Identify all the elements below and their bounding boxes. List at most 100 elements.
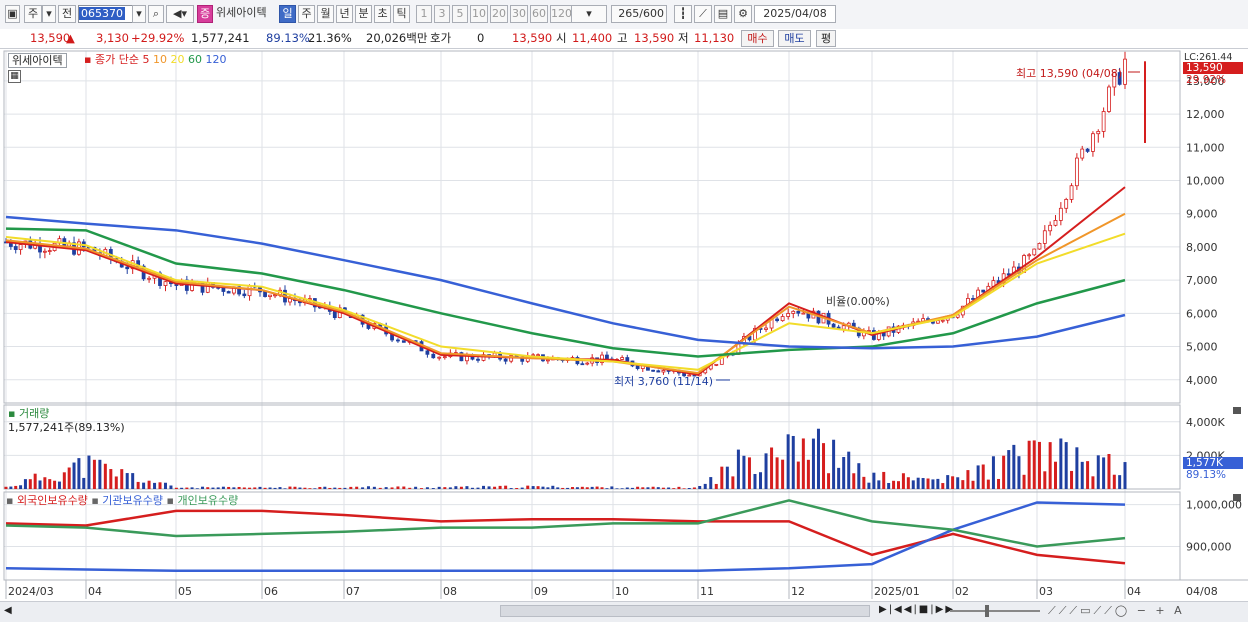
x-tick-label: 08 bbox=[443, 585, 457, 598]
volume-bar bbox=[338, 487, 342, 489]
ma-legend-dot: ▪ bbox=[84, 53, 92, 66]
candle-body bbox=[841, 325, 846, 330]
holding-legend-2: 개인보유수량 bbox=[173, 494, 239, 507]
volume-bar bbox=[736, 449, 740, 489]
stock-label-box: 위세아이텍 bbox=[8, 53, 67, 68]
volume-bar bbox=[641, 487, 645, 489]
volume-bar bbox=[227, 486, 231, 489]
zoom-slider[interactable] bbox=[950, 610, 1040, 612]
candle-body bbox=[425, 350, 430, 355]
holding-legend-1: 기관보유수량 bbox=[98, 494, 167, 507]
volume-bar bbox=[610, 486, 614, 489]
candle-body bbox=[1048, 224, 1053, 232]
volume-bar bbox=[515, 487, 519, 489]
volume-bar bbox=[1123, 462, 1127, 489]
candle-body bbox=[605, 354, 609, 360]
price-y-tick: 7,000 bbox=[1186, 274, 1218, 287]
candle-body bbox=[1080, 148, 1085, 159]
volume-bar bbox=[926, 478, 930, 489]
tool-icons[interactable]: ⟋⟋⟋▭⟋⟋◯ − + A bbox=[1048, 604, 1185, 618]
volume-bar bbox=[731, 476, 735, 489]
candle-body bbox=[796, 310, 801, 314]
volume-bar bbox=[916, 477, 920, 489]
zoom-slider-handle[interactable] bbox=[985, 605, 989, 617]
volume-bar bbox=[414, 486, 418, 489]
price-y-tick: 6,000 bbox=[1186, 307, 1218, 320]
volume-bar bbox=[887, 482, 891, 489]
volume-bar bbox=[997, 478, 1001, 489]
volume-bar bbox=[169, 485, 173, 489]
candle-body bbox=[1069, 185, 1074, 200]
volume-bar bbox=[986, 479, 990, 489]
price-y-tick: 5,000 bbox=[1186, 341, 1218, 354]
volume-bar bbox=[956, 477, 960, 489]
volume-bar bbox=[482, 485, 486, 489]
volume-bar bbox=[263, 487, 267, 489]
candle-body bbox=[18, 244, 23, 250]
volume-bar bbox=[509, 488, 513, 489]
volume-bar bbox=[38, 480, 42, 489]
volume-bar bbox=[857, 463, 861, 489]
volume-bar bbox=[125, 473, 129, 489]
volume-bar bbox=[811, 438, 815, 489]
volume-bar bbox=[53, 480, 57, 489]
playback-controls[interactable]: ▶|◀◀|■|▶▶ bbox=[879, 604, 955, 615]
candle-body bbox=[545, 359, 550, 362]
ma-title: 종가 단순 bbox=[94, 53, 139, 66]
volume-bar bbox=[163, 482, 167, 489]
volume-bar bbox=[313, 488, 317, 489]
volume-bar bbox=[546, 487, 550, 489]
volume-bar bbox=[206, 487, 210, 489]
volume-bar bbox=[600, 487, 604, 489]
horizontal-scrollbar[interactable]: ◀ ▶|◀◀|■|▶▶ ⟋⟋⟋▭⟋⟋◯ − + A bbox=[0, 601, 1248, 622]
candle-body bbox=[1032, 248, 1037, 256]
volume-bar bbox=[1002, 455, 1006, 489]
volume-bar bbox=[153, 482, 157, 489]
candle-body bbox=[332, 310, 337, 318]
candle-body bbox=[620, 357, 625, 360]
volume-bar bbox=[1118, 475, 1122, 489]
holding-legend-0: 외국인보유수량 bbox=[13, 494, 92, 507]
candle-body bbox=[1091, 133, 1095, 152]
volume-bar bbox=[216, 487, 220, 489]
candle-body bbox=[1064, 199, 1069, 209]
volume-bar bbox=[293, 486, 297, 489]
scroll-left-icon[interactable]: ◀ bbox=[4, 605, 12, 616]
volume-bar bbox=[585, 487, 589, 489]
volume-bar bbox=[971, 480, 975, 489]
volume-bar bbox=[646, 487, 650, 489]
volume-bar bbox=[201, 486, 205, 489]
holding-y-tick: 900,000 bbox=[1186, 540, 1232, 553]
x-tick-label: 2025/01 bbox=[874, 585, 920, 598]
volume-bar bbox=[526, 485, 530, 489]
candle-body bbox=[221, 287, 226, 292]
volume-bar bbox=[651, 486, 655, 489]
volume-bar bbox=[465, 486, 469, 489]
x-tick-label: 10 bbox=[615, 585, 629, 598]
calendar-icon[interactable]: ▦ bbox=[8, 70, 21, 83]
scroll-thumb[interactable] bbox=[500, 605, 870, 617]
volume-bar bbox=[1070, 470, 1074, 489]
volume-bar bbox=[877, 480, 881, 489]
volume-bar bbox=[931, 479, 935, 489]
candle-body bbox=[431, 353, 436, 359]
volume-bar bbox=[636, 486, 640, 489]
candle-body bbox=[247, 285, 252, 297]
candle-body bbox=[831, 323, 836, 328]
volume-bar bbox=[571, 487, 574, 489]
volume-bar bbox=[158, 482, 162, 489]
candle-body bbox=[786, 313, 791, 317]
x-right-label: 04/08 bbox=[1186, 585, 1218, 598]
volume-bar bbox=[504, 485, 508, 489]
volume-bar bbox=[566, 487, 570, 489]
volume-bar bbox=[211, 487, 215, 489]
volume-bar bbox=[1064, 442, 1068, 489]
ma-line-60 bbox=[5, 227, 1126, 358]
volume-bar bbox=[361, 487, 365, 489]
candle-body bbox=[442, 356, 447, 359]
volume-bar bbox=[258, 486, 262, 489]
volume-bar bbox=[493, 486, 497, 489]
stock-chart[interactable]: 2024/03 04 05 06 07 08 09 10 11 12 2025/01 02 03 04 04… bbox=[0, 0, 1248, 621]
volume-bar bbox=[195, 488, 199, 489]
volume-bar bbox=[253, 487, 257, 489]
